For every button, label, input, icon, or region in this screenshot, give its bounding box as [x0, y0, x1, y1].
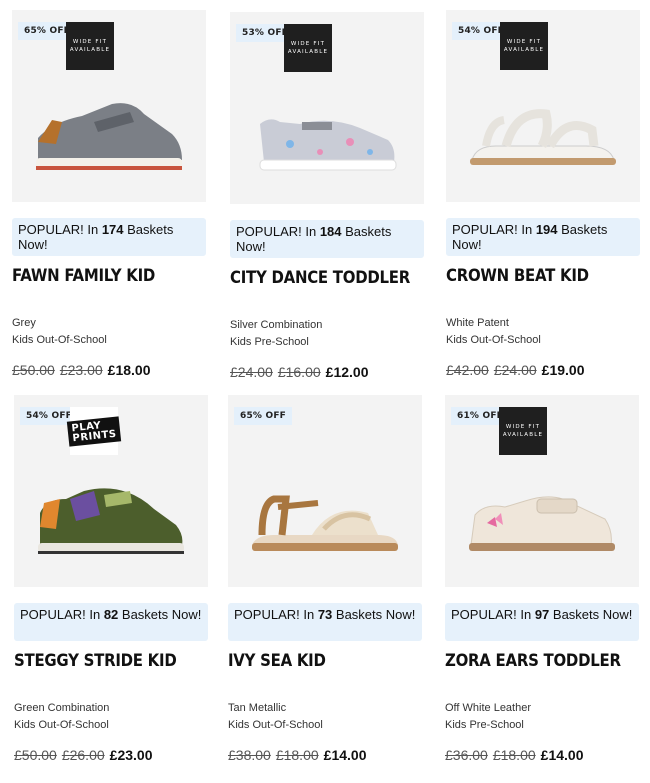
popularity-banner: POPULAR! In 73 Baskets Now! — [228, 603, 422, 641]
price-row: £36.00 £18.00 £14.00 — [445, 747, 583, 763]
popularity-banner: POPULAR! In 97 Baskets Now! — [445, 603, 639, 641]
product-title[interactable]: STEGGY STRIDE KID — [14, 651, 177, 671]
current-price: £12.00 — [325, 364, 369, 380]
was-price: £26.00 — [61, 747, 105, 763]
product-title[interactable]: ZORA EARS TODDLER — [445, 651, 621, 671]
price-row: £50.00 £26.00 £23.00 — [14, 747, 152, 763]
product-colour: Grey — [12, 317, 36, 329]
product-image[interactable]: 65% OFF WIDE FIT AVAILABLE — [12, 10, 206, 202]
product-segment: Kids Out-Of-School — [228, 719, 323, 731]
rrp-price: £42.00 — [446, 362, 489, 378]
current-price: £19.00 — [541, 362, 585, 378]
wide-fit-badge: WIDE FIT AVAILABLE — [66, 22, 114, 70]
popularity-banner: POPULAR! In 184 Baskets Now! — [230, 220, 424, 258]
product-colour: Tan Metallic — [228, 702, 287, 714]
was-price: £23.00 — [59, 362, 103, 378]
product-image[interactable]: 54% OFF WIDE FIT AVAILABLE — [446, 10, 640, 202]
current-price: £18.00 — [107, 362, 151, 378]
rrp-price: £36.00 — [445, 747, 488, 763]
wide-fit-badge: WIDE FIT AVAILABLE — [500, 22, 548, 70]
product-segment: Kids Pre-School — [230, 336, 309, 348]
price-row: £50.00 £23.00 £18.00 — [12, 362, 150, 378]
product-colour: Silver Combination — [230, 319, 323, 331]
product-title[interactable]: FAWN FAMILY KID — [12, 266, 155, 286]
product-card[interactable]: 54% OFF PLAY PRINTS POPULAR! In 82 Baske… — [14, 395, 210, 780]
wide-fit-badge: WIDE FIT AVAILABLE — [499, 407, 547, 455]
product-card[interactable]: 61% OFF WIDE FIT AVAILABLE POPULAR! In 9… — [445, 395, 641, 780]
product-title[interactable]: CITY DANCE TODDLER — [230, 268, 410, 288]
product-segment: Kids Out-Of-School — [14, 719, 109, 731]
product-card[interactable]: 65% OFF WIDE FIT AVAILABLE POPULAR! In 1… — [12, 10, 208, 395]
product-image[interactable]: 53% OFF WIDE FIT AVAILABLE — [230, 12, 424, 204]
product-image[interactable]: 65% OFF — [228, 395, 422, 587]
rrp-price: £50.00 — [14, 747, 57, 763]
current-price: £14.00 — [323, 747, 367, 763]
price-row: £42.00 £24.00 £19.00 — [446, 362, 584, 378]
product-image[interactable]: 61% OFF WIDE FIT AVAILABLE — [445, 395, 639, 587]
play-prints-badge: PLAY PRINTS — [66, 407, 122, 455]
product-segment: Kids Out-Of-School — [12, 334, 107, 346]
product-title[interactable]: IVY SEA KID — [228, 651, 326, 671]
product-colour: Green Combination — [14, 702, 110, 714]
popularity-banner: POPULAR! In 82 Baskets Now! — [14, 603, 208, 641]
current-price: £14.00 — [540, 747, 584, 763]
was-price: £18.00 — [275, 747, 319, 763]
product-card[interactable]: 54% OFF WIDE FIT AVAILABLE POPULAR! In 1… — [446, 10, 642, 395]
product-card[interactable]: 53% OFF WIDE FIT AVAILABLE POPULAR! In 1… — [230, 12, 426, 397]
rrp-price: £50.00 — [12, 362, 55, 378]
product-colour: Off White Leather — [445, 702, 532, 714]
current-price: £23.00 — [109, 747, 153, 763]
product-colour: White Patent — [446, 317, 509, 329]
product-title[interactable]: CROWN BEAT KID — [446, 266, 589, 286]
price-row: £38.00 £18.00 £14.00 — [228, 747, 366, 763]
discount-badge: 65% OFF — [234, 407, 293, 425]
popularity-banner: POPULAR! In 174 Baskets Now! — [12, 218, 206, 256]
popularity-banner: POPULAR! In 194 Baskets Now! — [446, 218, 640, 256]
rrp-price: £38.00 — [228, 747, 271, 763]
wide-fit-badge: WIDE FIT AVAILABLE — [284, 24, 332, 72]
product-card[interactable]: 65% OFF POPULAR! In 73 Baskets Now! IVY … — [228, 395, 424, 780]
price-row: £24.00 £16.00 £12.00 — [230, 364, 368, 380]
product-image[interactable]: 54% OFF PLAY PRINTS — [14, 395, 208, 587]
was-price: £24.00 — [493, 362, 537, 378]
was-price: £18.00 — [492, 747, 536, 763]
rrp-price: £24.00 — [230, 364, 273, 380]
product-segment: Kids Pre-School — [445, 719, 524, 731]
was-price: £16.00 — [277, 364, 321, 380]
product-segment: Kids Out-Of-School — [446, 334, 541, 346]
